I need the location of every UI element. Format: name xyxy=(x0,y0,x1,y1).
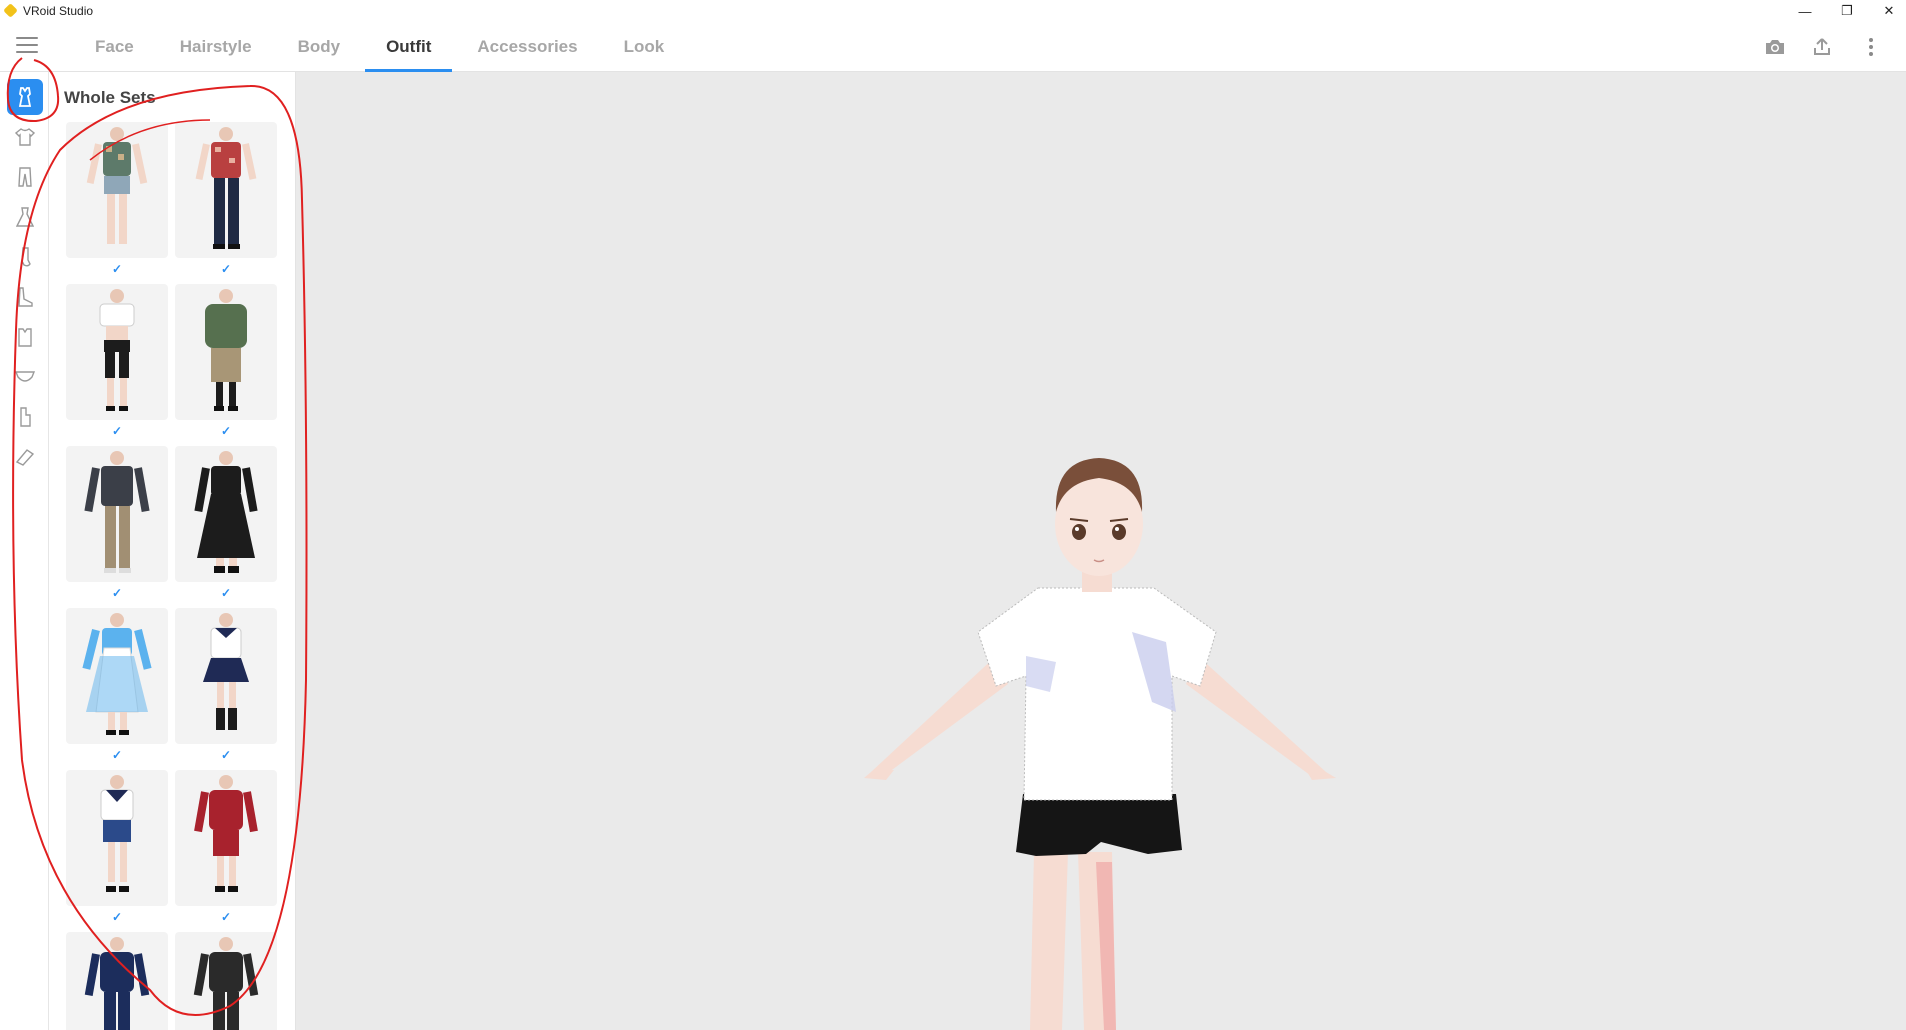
export-icon[interactable] xyxy=(1808,34,1836,60)
tab-outfit[interactable]: Outfit xyxy=(363,22,454,72)
socks-icon[interactable] xyxy=(7,239,43,275)
tab-body[interactable]: Body xyxy=(275,22,364,71)
vroid-studio-window: VRoid Studio — ❐ ✕ Face Hairstyle Body O… xyxy=(0,0,1906,1030)
selected-check-icon: ✓ xyxy=(220,586,232,600)
vroid-logo-icon xyxy=(3,3,18,18)
tab-bar: Face Hairstyle Body Outfit Accessories L… xyxy=(72,22,688,72)
selected-check-icon: ✓ xyxy=(111,424,123,438)
neck-accessory-icon[interactable] xyxy=(7,319,43,355)
selected-check-icon: ✓ xyxy=(111,262,123,276)
bottom-icon[interactable] xyxy=(7,159,43,195)
outfit-tile[interactable] xyxy=(66,608,168,744)
camera-icon[interactable] xyxy=(1761,34,1789,60)
tab-look[interactable]: Look xyxy=(601,22,688,71)
undershirt-icon[interactable] xyxy=(7,359,43,395)
window-title: VRoid Studio xyxy=(23,4,94,18)
selected-check-icon: ✓ xyxy=(220,424,232,438)
outfit-tile[interactable] xyxy=(175,446,277,582)
maximize-button[interactable]: ❐ xyxy=(1824,0,1870,22)
outfit-item-panel: Whole Sets ✓ ✓ ✓ ✓ ✓ ✓ ✓ ✓ ✓ ✓ xyxy=(49,72,296,1030)
category-rail xyxy=(0,72,49,1030)
tab-face[interactable]: Face xyxy=(72,22,157,71)
close-button[interactable]: ✕ xyxy=(1866,0,1906,22)
main-header: Face Hairstyle Body Outfit Accessories L… xyxy=(0,22,1906,72)
outfit-tile[interactable] xyxy=(66,932,168,1030)
selected-check-icon: ✓ xyxy=(111,748,123,762)
outfit-tile[interactable] xyxy=(175,284,277,420)
model-viewport[interactable] xyxy=(296,72,1906,1030)
arm-accessory-icon[interactable] xyxy=(7,439,43,475)
shoes-icon[interactable] xyxy=(7,279,43,315)
selected-check-icon: ✓ xyxy=(220,262,232,276)
outfit-tile[interactable] xyxy=(66,770,168,906)
minimize-button[interactable]: — xyxy=(1782,0,1828,22)
title-bar: VRoid Studio — ❐ ✕ xyxy=(0,0,1906,22)
top-icon[interactable] xyxy=(7,119,43,155)
more-vertical-icon[interactable] xyxy=(1857,34,1885,60)
menu-icon[interactable] xyxy=(16,37,38,55)
outfit-tile[interactable] xyxy=(66,446,168,582)
outfit-tile[interactable] xyxy=(175,770,277,906)
avatar-model xyxy=(864,458,1336,1030)
outfit-tile[interactable] xyxy=(66,122,168,258)
outfit-tile[interactable] xyxy=(175,932,277,1030)
outfit-tile[interactable] xyxy=(175,122,277,258)
selected-check-icon: ✓ xyxy=(111,910,123,924)
tab-hairstyle[interactable]: Hairstyle xyxy=(157,22,275,71)
selected-check-icon: ✓ xyxy=(220,748,232,762)
panel-title: Whole Sets xyxy=(64,88,156,107)
selected-check-icon: ✓ xyxy=(111,586,123,600)
tab-accessories[interactable]: Accessories xyxy=(454,22,600,71)
outfit-tile[interactable] xyxy=(175,608,277,744)
one-piece-icon[interactable] xyxy=(7,199,43,235)
selected-check-icon: ✓ xyxy=(220,910,232,924)
outfit-tile[interactable] xyxy=(66,284,168,420)
underwear-icon[interactable] xyxy=(7,399,43,435)
whole-set-icon[interactable] xyxy=(7,79,43,115)
